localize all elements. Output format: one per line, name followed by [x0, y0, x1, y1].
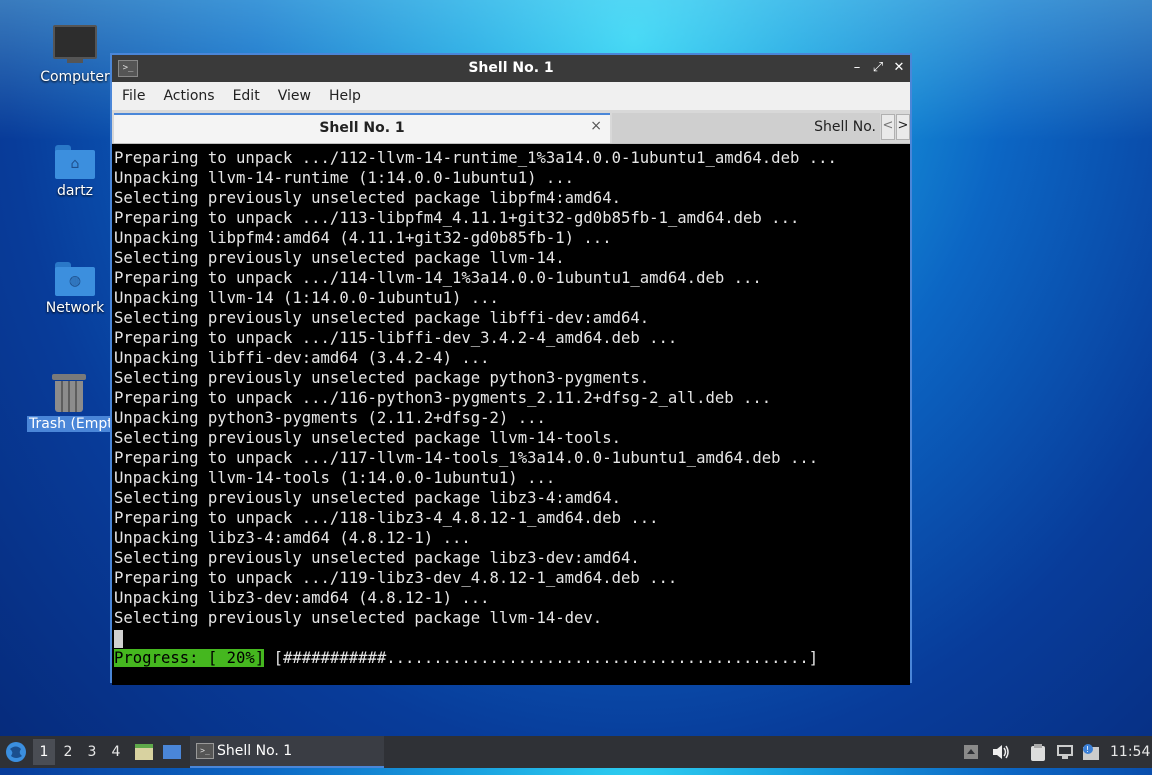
progress-bar: [###########............................… [264, 649, 819, 667]
terminal-line: Unpacking python3-pygments (2.11.2+dfsg-… [114, 409, 546, 427]
show-desktop-icon [163, 745, 181, 759]
start-menu-button[interactable] [4, 736, 28, 768]
terminal-line: Preparing to unpack .../118-libz3-4_4.8.… [114, 509, 659, 527]
terminal-line: Preparing to unpack .../112-llvm-14-runt… [114, 149, 837, 167]
desktop-icon-label: Computer [40, 69, 110, 85]
volume-icon[interactable] [992, 744, 1009, 760]
clipboard-icon[interactable] [1029, 744, 1045, 761]
network-folder-icon: ◍ [55, 262, 95, 296]
terminal-line: Preparing to unpack .../113-libpfm4_4.11… [114, 209, 800, 227]
progress-label: Progress: [ 20%] [114, 649, 265, 667]
terminal-line: Preparing to unpack .../117-llvm-14-tool… [114, 449, 819, 467]
terminal-line: Preparing to unpack .../114-llvm-14_1%3a… [114, 269, 762, 287]
menu-actions[interactable]: Actions [154, 82, 223, 110]
menu-edit[interactable]: Edit [224, 82, 269, 110]
svg-text:!: ! [1086, 745, 1089, 754]
terminal-line: Unpacking llvm-14-runtime (1:14.0.0-1ubu… [114, 169, 575, 187]
terminal-cursor [114, 629, 123, 648]
desktop-icon-label: Network [45, 300, 105, 316]
close-button[interactable]: ✕ [890, 59, 908, 77]
terminal-progress-line: Progress: [ 20%] [###########...........… [112, 648, 910, 668]
terminal-line: Selecting previously unselected package … [114, 549, 640, 567]
lxqt-logo-icon [6, 742, 26, 762]
show-panel-icon[interactable] [963, 744, 979, 760]
window-titlebar[interactable]: >_ Shell No. 1 – ⤢ ✕ [112, 55, 910, 82]
terminal-cursor-line [112, 628, 910, 648]
terminal-line: Unpacking libz3-dev:amd64 (4.8.12-1) ... [114, 589, 490, 607]
workspace-2[interactable]: 2 [57, 739, 79, 765]
desktop-icon-trash[interactable]: Trash (Empt [27, 374, 111, 432]
terminal-line: Selecting previously unselected package … [114, 369, 650, 387]
desktop-icon-computer[interactable]: Computer [27, 25, 123, 85]
tab-scroll-left-icon[interactable]: < [881, 114, 895, 140]
desktop-icon-label: Trash (Empt [27, 416, 111, 432]
desktop-icon-home[interactable]: ⌂ dartz [27, 145, 123, 199]
tab-label: Shell No. 1 [319, 120, 405, 136]
file-manager-launcher[interactable] [134, 736, 156, 768]
window-title: Shell No. 1 [468, 60, 554, 76]
terminal-line: Selecting previously unselected package … [114, 249, 565, 267]
terminal-line: Unpacking llvm-14 (1:14.0.0-1ubuntu1) ..… [114, 289, 499, 307]
terminal-line: Selecting previously unselected package … [114, 309, 650, 327]
terminal-line: Unpacking llvm-14-tools (1:14.0.0-1ubunt… [114, 469, 556, 487]
terminal-line: Unpacking libffi-dev:amd64 (3.4.2-4) ... [114, 349, 490, 367]
desktop-icon-label: dartz [56, 183, 94, 199]
clock[interactable]: 11:54 [1110, 736, 1150, 768]
tab-close-icon[interactable]: × [590, 118, 602, 134]
menu-help[interactable]: Help [320, 82, 370, 110]
tab-label: Shell No. [814, 119, 876, 135]
update-notifier-icon[interactable]: ! [1082, 744, 1099, 760]
taskbar: 1 2 3 4 >_ Shell No. 1 ! 11:54 [0, 736, 1152, 768]
terminal-line: Selecting previously unselected package … [114, 429, 621, 447]
computer-icon [53, 25, 97, 63]
terminal-line: Unpacking libpfm4:amd64 (4.11.1+git32-gd… [114, 229, 612, 247]
tab-shell-2[interactable]: Shell No. [612, 113, 880, 143]
menu-file[interactable]: File [112, 82, 154, 110]
terminal-line: Preparing to unpack .../116-python3-pygm… [114, 389, 772, 407]
terminal-line: Preparing to unpack .../119-libz3-dev_4.… [114, 569, 678, 587]
workspace-1[interactable]: 1 [33, 739, 55, 765]
minimize-button[interactable]: – [848, 59, 866, 77]
workspace-4[interactable]: 4 [105, 739, 127, 765]
desktop-icon-network[interactable]: ◍ Network [27, 262, 123, 316]
task-label: Shell No. 1 [217, 743, 293, 759]
terminal-line: Preparing to unpack .../115-libffi-dev_3… [114, 329, 678, 347]
menu-view[interactable]: View [269, 82, 320, 110]
terminal-output[interactable]: Preparing to unpack .../112-llvm-14-runt… [112, 144, 910, 685]
taskbar-task-shell[interactable]: >_ Shell No. 1 [190, 736, 384, 768]
file-manager-icon [135, 744, 153, 760]
terminal-window[interactable]: >_ Shell No. 1 – ⤢ ✕ File Actions Edit View… [110, 53, 912, 685]
network-icon[interactable] [1056, 744, 1073, 760]
maximize-button[interactable]: ⤢ [869, 59, 887, 77]
terminal-line: Unpacking libz3-4:amd64 (4.8.12-1) ... [114, 529, 471, 547]
home-folder-icon: ⌂ [55, 145, 95, 179]
workspace-3[interactable]: 3 [81, 739, 103, 765]
trash-icon [52, 374, 86, 412]
terminal-line: Selecting previously unselected package … [114, 489, 621, 507]
terminal-line: Selecting previously unselected package … [114, 189, 621, 207]
menu-bar: File Actions Edit View Help [112, 82, 910, 111]
tab-bar: Shell No. 1 × Shell No. < > [112, 111, 910, 144]
terminal-line: Selecting previously unselected package … [114, 609, 603, 627]
show-desktop-launcher[interactable] [162, 736, 184, 768]
tab-scroll-right-icon[interactable]: > [896, 114, 910, 140]
tab-shell-1[interactable]: Shell No. 1 × [114, 113, 610, 143]
terminal-icon: >_ [196, 743, 214, 759]
